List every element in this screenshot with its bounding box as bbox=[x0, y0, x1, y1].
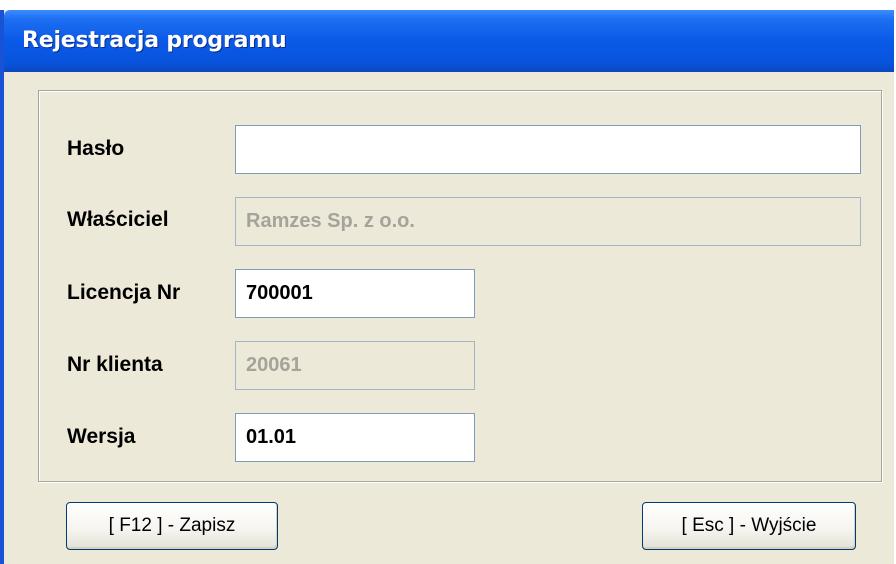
owner-field bbox=[235, 197, 861, 246]
window-title: Rejestracja programu bbox=[22, 28, 287, 53]
password-label: Hasło bbox=[67, 137, 125, 160]
save-button[interactable]: [ F12 ] - Zapisz bbox=[66, 502, 278, 550]
version-label: Wersja bbox=[67, 425, 136, 448]
exit-button[interactable]: [ Esc ] - Wyjście bbox=[642, 502, 856, 550]
client-field bbox=[235, 341, 475, 390]
password-input[interactable] bbox=[235, 125, 861, 174]
registration-form-group: Hasło Właściciel Licencja Nr Nr klienta … bbox=[38, 90, 882, 482]
license-input[interactable] bbox=[235, 269, 475, 318]
registration-window: Rejestracja programu Hasło Właściciel Li… bbox=[0, 10, 894, 564]
version-input[interactable] bbox=[235, 413, 475, 462]
title-bar[interactable]: Rejestracja programu bbox=[4, 10, 894, 72]
license-label: Licencja Nr bbox=[67, 281, 181, 304]
client-label: Nr klienta bbox=[67, 353, 163, 376]
owner-label: Właściciel bbox=[67, 208, 169, 231]
